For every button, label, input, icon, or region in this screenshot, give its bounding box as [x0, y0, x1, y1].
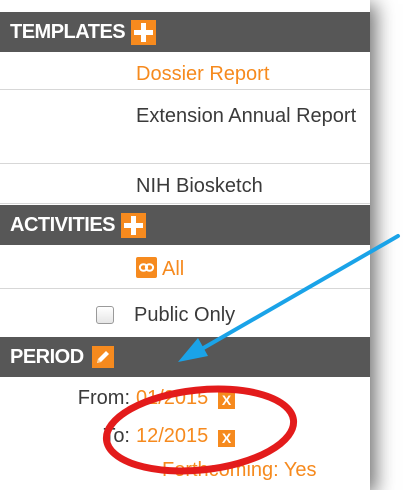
annotation-overlay — [102, 234, 400, 475]
red-circle-annotation — [102, 385, 298, 475]
blue-arrow-annotation — [178, 234, 400, 362]
